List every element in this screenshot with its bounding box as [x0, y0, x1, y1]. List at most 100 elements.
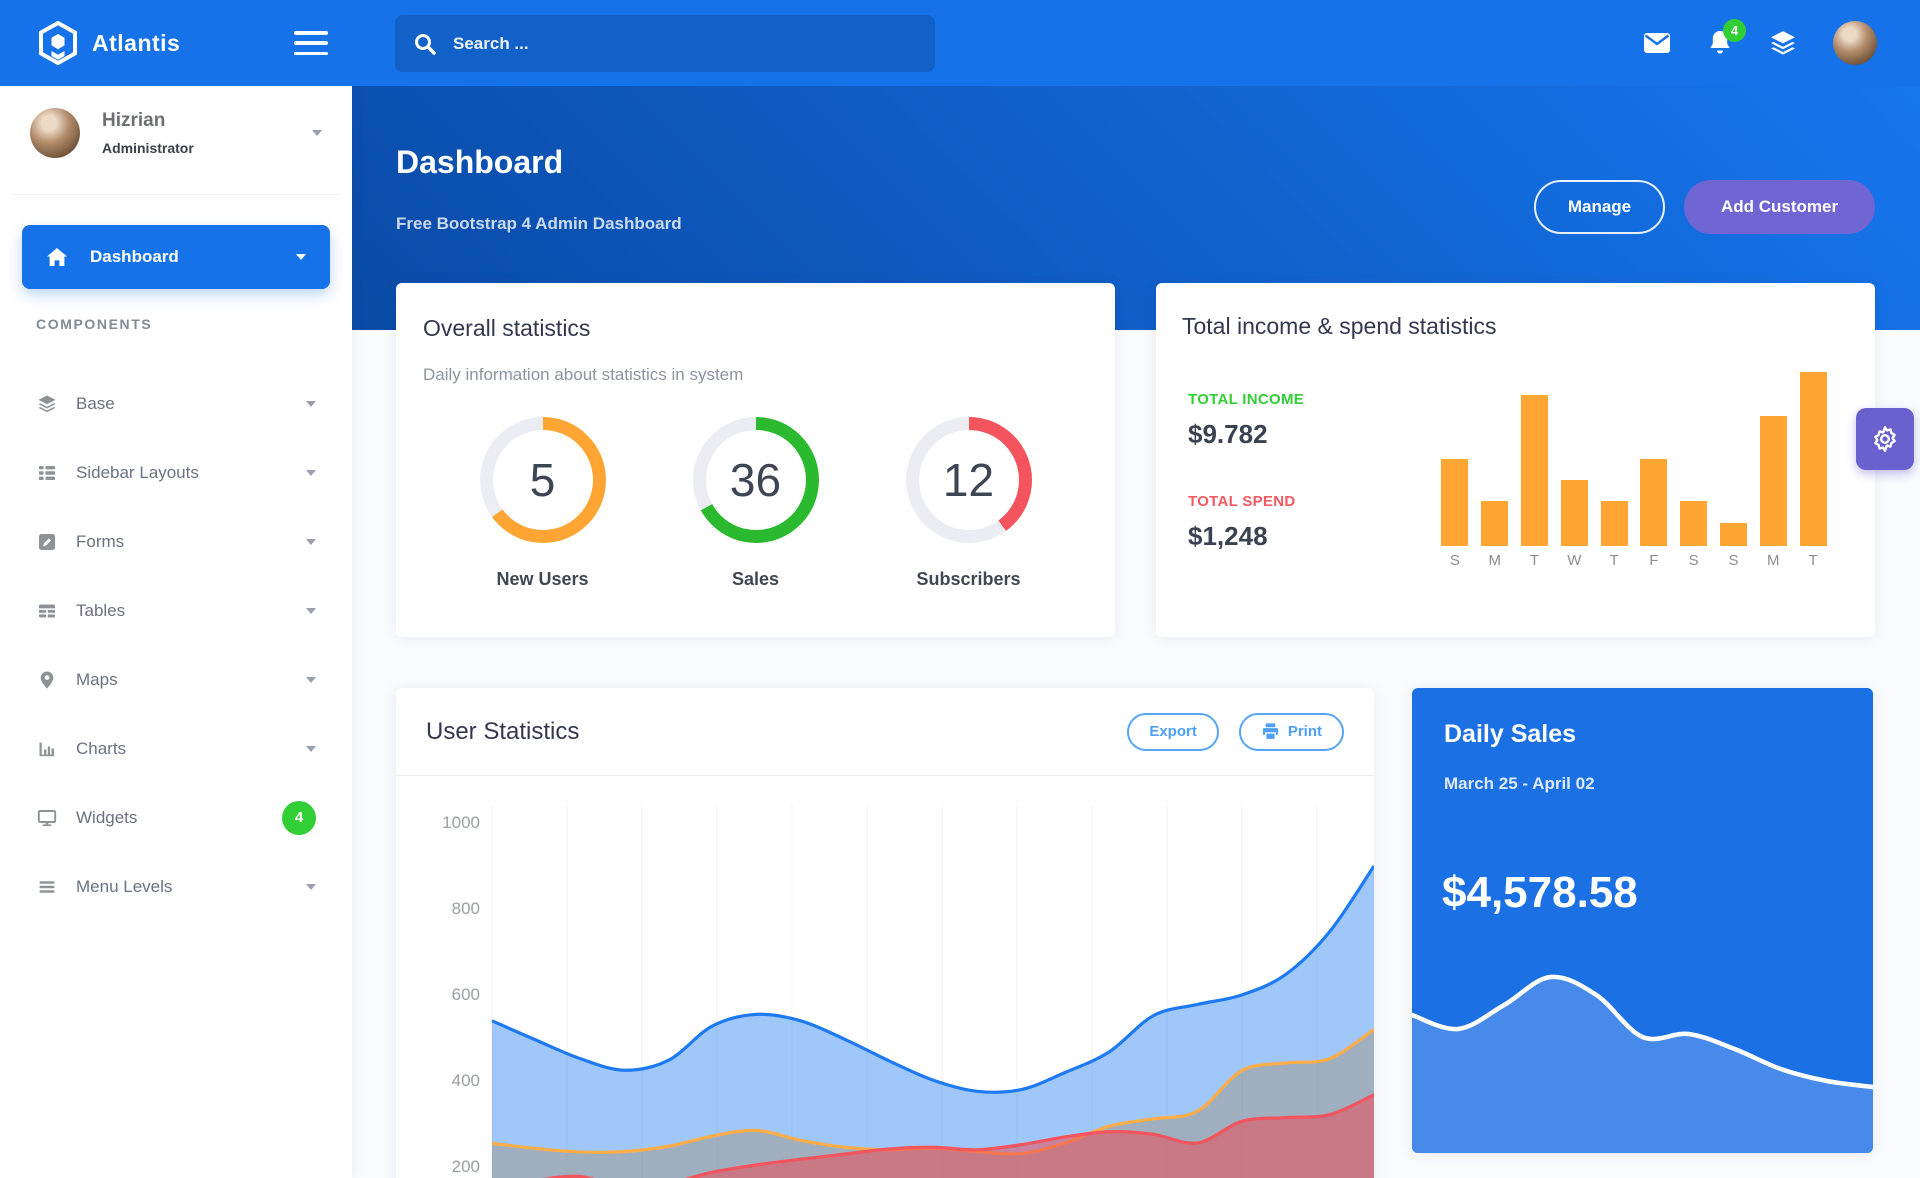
sidebar-item-forms[interactable]: Forms [0, 507, 352, 576]
y-tick-label: 600 [452, 985, 480, 1004]
search-input[interactable] [453, 33, 917, 54]
sidebar-user[interactable]: Hizrian Administrator [30, 108, 322, 158]
user-avatar[interactable] [1833, 21, 1877, 65]
income-bar-label: T [1808, 552, 1818, 569]
sidebar-item-dashboard[interactable]: Dashboard [22, 225, 330, 289]
pen-square-icon [36, 532, 58, 552]
y-tick-label: 1000 [442, 813, 480, 832]
card-header: User Statistics Export Print [396, 688, 1374, 776]
card-title: User Statistics [426, 717, 580, 745]
sidebar-section-label: COMPONENTS [36, 316, 153, 332]
sidebar-item-tables[interactable]: Tables [0, 576, 352, 645]
user-statistics-card: User Statistics Export Print 1000 800 600 4… [396, 688, 1374, 1178]
settings-fab[interactable] [1856, 408, 1914, 470]
notification-count-badge: 4 [1723, 19, 1746, 42]
sidebar-item-menu-levels[interactable]: Menu Levels [0, 852, 352, 921]
list-icon [36, 463, 58, 483]
notifications-button[interactable]: 4 [1707, 19, 1746, 57]
ring-chart: 5 [479, 417, 606, 543]
sidebar-item-label: Sidebar Layouts [76, 462, 199, 482]
add-customer-button[interactable]: Add Customer [1684, 180, 1875, 234]
bar-column [1753, 415, 1793, 546]
bar-column [1674, 500, 1714, 546]
bar-column [1634, 459, 1674, 546]
date-range: March 25 - April 02 [1444, 774, 1595, 793]
home-icon [47, 248, 67, 266]
ring-value: 36 [729, 454, 782, 506]
desktop-icon [36, 808, 58, 828]
card-title: Daily Sales [1444, 720, 1577, 748]
map-pin-icon [36, 670, 58, 690]
bar-chart-labels: SMTWTFSSMT [1435, 552, 1833, 569]
page-title: Dashboard [396, 144, 564, 180]
sidebar-item-widgets[interactable]: Widgets 4 [0, 783, 352, 852]
user-statistics-chart: 1000 800 600 400 200 [442, 806, 1374, 1178]
chevron-down-icon [306, 538, 316, 545]
chevron-down-icon [306, 883, 316, 890]
bars-icon [36, 877, 58, 897]
layers-icon [36, 394, 58, 414]
card-title: Total income & spend statistics [1182, 313, 1497, 339]
stat-ring-new-users: 5 New Users [479, 417, 606, 590]
widgets-count-badge: 4 [282, 800, 316, 835]
bar-chart-icon [36, 739, 58, 759]
sidebar-user-avatar [30, 108, 80, 158]
sidebar-toggle-icon[interactable] [294, 31, 328, 55]
messages-button[interactable] [1643, 32, 1671, 54]
ring-label: Subscribers [916, 569, 1021, 589]
total-spend-value: $1,248 [1188, 521, 1268, 551]
search-box[interactable] [395, 15, 935, 72]
stat-ring-sales: 36 Sales [692, 417, 819, 590]
top-navbar: Atlantis 4 [0, 0, 1920, 86]
income-bar [1640, 459, 1668, 546]
bar-column [1554, 479, 1594, 546]
envelope-icon [1644, 33, 1670, 53]
chevron-down-icon [306, 676, 316, 683]
sidebar-item-maps[interactable]: Maps [0, 645, 352, 714]
sidebar-item-label: Charts [76, 738, 127, 758]
print-button-label: Print [1287, 723, 1322, 740]
apps-button[interactable] [1769, 29, 1797, 57]
card-title: Overall statistics [423, 315, 591, 341]
y-tick-label: 400 [452, 1071, 480, 1090]
export-button[interactable]: Export [1127, 712, 1219, 751]
income-bar-label: T [1609, 552, 1619, 569]
bar-column [1594, 500, 1634, 546]
print-button[interactable]: Print [1238, 712, 1344, 751]
income-bar-label: S [1728, 552, 1739, 569]
chevron-down-icon [312, 130, 322, 136]
daily-sales-area [1412, 976, 1873, 1153]
app-title: Atlantis [92, 29, 181, 56]
stat-rings-row: 5 New Users 36 Sales 12 Subscribers [396, 417, 1115, 590]
bar-column [1714, 523, 1754, 546]
sidebar-item-base[interactable]: Base [0, 369, 352, 438]
bar-column [1475, 500, 1515, 546]
daily-sales-chart [1412, 974, 1873, 1153]
header-actions: 4 [1643, 0, 1877, 86]
sidebar-item-sidebar-layouts[interactable]: Sidebar Layouts [0, 438, 352, 507]
manage-button[interactable]: Manage [1534, 180, 1665, 234]
ring-label: Sales [731, 569, 780, 589]
sidebar-menu: Base Sidebar Layouts Forms Tables Maps C… [0, 369, 352, 921]
overall-statistics-card: Overall statistics Daily information abo… [396, 283, 1115, 637]
ring-value: 5 [529, 454, 556, 506]
gear-icon [1874, 426, 1896, 452]
divider [12, 194, 340, 195]
sidebar-item-charts[interactable]: Charts [0, 714, 352, 783]
stat-ring-subscribers: 12 Subscribers [905, 417, 1032, 590]
page-subtitle: Free Bootstrap 4 Admin Dashboard [396, 214, 682, 233]
income-bar-label: M [1767, 552, 1780, 569]
income-bar [1799, 372, 1827, 546]
atlantis-logo-icon [39, 21, 77, 65]
sidebar-item-label: Menu Levels [76, 876, 173, 896]
income-bar-label: M [1488, 552, 1501, 569]
chevron-down-icon [306, 745, 316, 752]
income-bar-chart: SMTWTFSSMT [1435, 372, 1833, 569]
income-bar [1481, 500, 1509, 546]
sidebar-item-label: Base [76, 393, 115, 413]
ring-value: 12 [942, 454, 995, 506]
bar-chart-bars [1435, 372, 1833, 546]
income-bar-label: T [1529, 552, 1540, 569]
bar-column [1515, 394, 1555, 546]
income-bar [1719, 523, 1747, 546]
